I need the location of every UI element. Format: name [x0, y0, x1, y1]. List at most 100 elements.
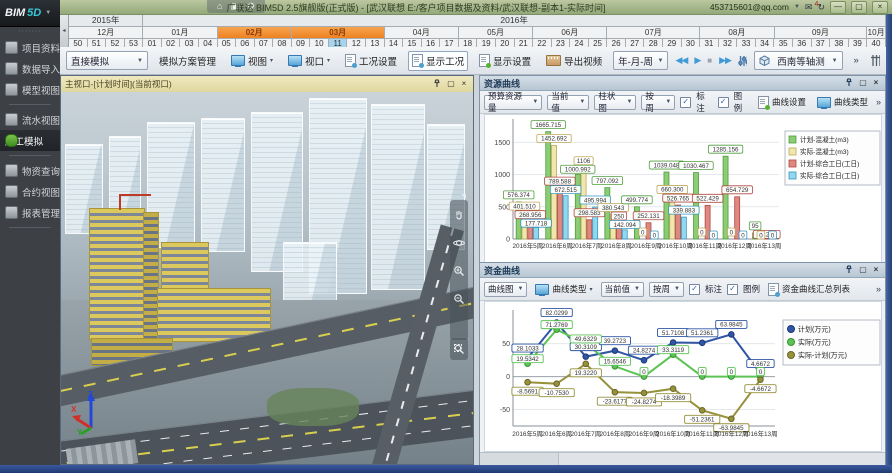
zoom-out-icon[interactable] [453, 292, 465, 310]
show-condition-button[interactable]: 显示工况 [408, 51, 468, 71]
minimize-button[interactable]: — [830, 1, 846, 14]
resource-panel-title: 资源曲线 [484, 77, 842, 90]
fund-summary-list-button[interactable]: 资金曲线汇总列表 [765, 281, 853, 298]
timeline-month-cell[interactable]: 12月 [69, 27, 143, 39]
svg-text:789.588: 789.588 [548, 178, 571, 185]
grid-axis-icon[interactable] [870, 54, 880, 67]
play-button[interactable]: ▶ [694, 56, 700, 65]
legend-checkbox[interactable]: ✓ [727, 284, 738, 295]
window-border-bottom [0, 465, 892, 473]
track-filter-icon[interactable] [738, 55, 747, 67]
panel-overflow-button[interactable]: » [876, 97, 881, 107]
fund-value-mode-select[interactable]: 当前值▼ [601, 282, 644, 297]
orbit-icon[interactable] [453, 236, 465, 254]
mail-icon[interactable]: ✉4 [805, 2, 813, 13]
close-panel-icon[interactable]: × [871, 78, 881, 88]
maximize-panel-icon[interactable]: ▢ [858, 265, 868, 275]
annotate-checkbox[interactable]: ✓ [689, 284, 700, 295]
curve-setting-button[interactable]: 曲线设置 [755, 94, 809, 111]
legend-checkbox[interactable]: ✓ [718, 97, 729, 108]
export-video-button[interactable]: 导出视频 [542, 51, 606, 71]
bim5d-logo[interactable]: BIM 5D ▼ [0, 0, 60, 27]
simulation-mode-select[interactable]: 直接模拟▼ [66, 51, 148, 70]
sidebar-item-report-management[interactable]: 报表管理 [0, 202, 60, 223]
fund-chart-type-select[interactable]: 曲线图▼ [484, 282, 527, 297]
svg-text:0: 0 [652, 232, 656, 239]
pin-icon[interactable] [433, 79, 443, 89]
views-button[interactable]: 视图▾ [227, 51, 277, 71]
timeline-month-cell[interactable]: 04月 [385, 27, 459, 39]
fund-curve-type-button[interactable]: 曲线类型▾ [532, 281, 595, 297]
zoom-in-icon[interactable] [453, 264, 465, 282]
pin-icon[interactable] [845, 265, 855, 275]
timeline-month-cell[interactable]: 10月 [867, 27, 886, 39]
timeline-month-cell[interactable]: 01月 [143, 27, 217, 39]
period-select[interactable]: 按周▼ [641, 95, 675, 110]
legend-marker [787, 352, 794, 359]
svg-text:33.3119: 33.3119 [662, 347, 684, 354]
fast-forward-button[interactable]: ▶▶ [719, 56, 731, 65]
maximize-panel-icon[interactable]: ▢ [446, 79, 456, 89]
sidebar-item-project-files[interactable]: 项目资料 [0, 37, 60, 58]
resource-bar-chart[interactable]: 050010001500576.374401.510268.956177.718… [484, 114, 882, 263]
timeline-month-cell[interactable]: 07月 [607, 27, 700, 39]
sidebar-item-material-query[interactable]: 物资查询 [0, 160, 60, 181]
timeline-month-cell[interactable]: 02月 [218, 27, 292, 39]
legend-swatch [789, 172, 796, 179]
maximize-panel-icon[interactable]: ▢ [858, 78, 868, 88]
resource-source-select[interactable]: 预算资源量▼ [484, 95, 542, 110]
timeline-month-cell[interactable]: 09月 [775, 27, 868, 39]
view-direction-select[interactable]: 西南等轴测▼ [754, 51, 842, 70]
pin-icon[interactable] [845, 78, 855, 88]
sidebar-divider [9, 227, 51, 228]
timeline-month-cell[interactable]: 06月 [533, 27, 607, 39]
rewind-button[interactable]: ◀◀ [675, 56, 687, 65]
timeline-month-cell[interactable]: 05月 [459, 27, 533, 39]
svg-text:95: 95 [751, 223, 758, 230]
sidebar-item-label: 数据导入 [22, 62, 60, 76]
timeline-month-cell[interactable]: 03月 [292, 27, 385, 39]
document-icon [768, 283, 779, 296]
viewport-title: 主视口-[计划时间](当前视口) [65, 78, 430, 90]
display-setting-button[interactable]: 显示设置 [475, 51, 535, 71]
tower-crane-mast [119, 194, 121, 210]
value-mode-select[interactable]: 当前值▼ [547, 95, 589, 110]
collapse-arrow-icon[interactable]: ◥ [461, 193, 466, 200]
account-dropdown[interactable]: 453715601@qq.com [710, 2, 789, 12]
zoom-fit-button[interactable] [450, 338, 468, 360]
close-button[interactable]: × [872, 1, 888, 14]
pan-hand-icon[interactable] [453, 208, 465, 226]
refresh-icon[interactable]: ↻ [817, 2, 825, 13]
data-point [641, 390, 647, 396]
curve-type-button[interactable]: 曲线类型 [814, 94, 871, 110]
chart-type-select[interactable]: 柱状图▼ [594, 95, 636, 110]
maximize-button[interactable]: ▢ [851, 1, 867, 14]
fund-line-chart[interactable]: -5005028.103382.029930.310939.272324.827… [484, 301, 882, 452]
sidebar-item-construction-simulation[interactable]: 施工模拟 [0, 130, 60, 151]
fund-panel-header: 资金曲线 ▢ × [480, 263, 885, 278]
sidebar-item-model-view[interactable]: 模型视图 [0, 79, 60, 100]
tower-crane [119, 194, 151, 196]
sidebar-item-flow-view[interactable]: 流水视图 [0, 109, 60, 130]
condition-setting-button[interactable]: 工况设置 [341, 51, 401, 71]
fund-period-select[interactable]: 按周▼ [649, 282, 684, 297]
scheme-manage-button[interactable]: 模拟方案管理 [155, 51, 220, 71]
annotate-checkbox[interactable]: ✓ [680, 97, 691, 108]
panel-overflow-button[interactable]: » [876, 284, 881, 294]
svg-text:X: X [71, 405, 77, 414]
time-scale-select[interactable]: 年-月-周▼ [613, 51, 668, 70]
account-caret-icon[interactable]: ▼ [794, 4, 800, 10]
3d-scene-canvas[interactable]: XYZ◥ [61, 92, 473, 464]
svg-text:-10.7530: -10.7530 [544, 390, 569, 397]
monitor-icon [817, 97, 831, 108]
toolbar-overflow-button[interactable]: » [850, 52, 863, 69]
timeline-scroll-left[interactable]: ◂ [60, 14, 69, 47]
close-panel-icon[interactable]: × [459, 79, 469, 89]
sidebar-divider-dots: ······· [0, 27, 60, 37]
sidebar-item-data-import[interactable]: 数据导入 [0, 58, 60, 79]
viewports-button[interactable]: 视口▾ [284, 51, 334, 71]
stop-button[interactable]: ■ [707, 56, 712, 65]
close-panel-icon[interactable]: × [871, 265, 881, 275]
sidebar-item-contract-view[interactable]: 合约视图 [0, 181, 60, 202]
timeline-month-cell[interactable]: 08月 [700, 27, 774, 39]
